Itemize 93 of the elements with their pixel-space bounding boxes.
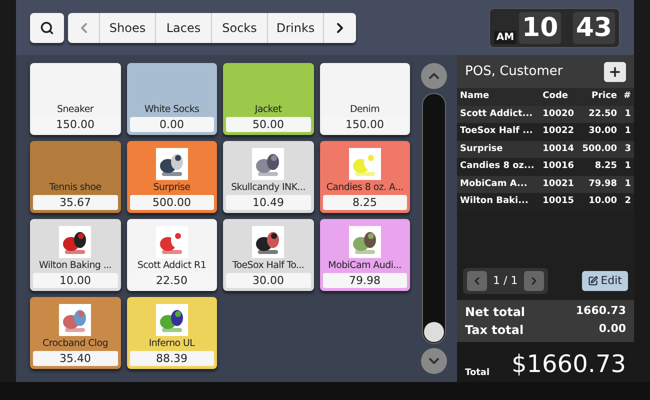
table-cell: 3 — [620, 140, 634, 158]
product-tile[interactable]: Skullcandy INK... 10.49 — [223, 141, 314, 213]
product-tile[interactable]: Candies 8 oz. A... 8.25 — [320, 141, 410, 213]
product-price: 10.49 — [226, 195, 310, 210]
net-total-value: 1660.73 — [576, 303, 626, 319]
product-price: 35.67 — [33, 195, 118, 210]
product-tile[interactable]: ToeSox Half To... 30.00 — [223, 219, 314, 291]
table-cell: 10014 — [540, 140, 578, 158]
table-cell: Surprise — [457, 140, 540, 158]
product-name: White Socks — [144, 103, 200, 117]
table-cell: 30.00 — [578, 123, 620, 140]
product-price: 50.00 — [226, 117, 310, 132]
scroll-up-button[interactable] — [421, 63, 447, 89]
product-name: Crocband Clog — [42, 337, 108, 351]
column-header: # — [620, 88, 634, 106]
table-cell: 10016 — [540, 158, 578, 176]
table-cell: Candies 8 oz... — [457, 158, 540, 176]
column-header: Price — [578, 88, 620, 106]
product-tile[interactable]: Denim 150.00 — [320, 63, 410, 135]
table-cell: ToeSox Half ... — [457, 123, 540, 140]
clock-minutes: 43 — [572, 12, 615, 44]
tax-total-label: Tax total — [465, 322, 524, 339]
plus-icon — [608, 64, 622, 78]
table-cell: 10015 — [540, 193, 578, 210]
table-cell: 10020 — [540, 106, 578, 123]
next-page-button[interactable] — [524, 271, 544, 291]
table-cell: 8.25 — [578, 158, 620, 176]
category-tab[interactable]: Socks — [212, 12, 268, 42]
product-price: 30.00 — [226, 273, 310, 288]
product-price: 500.00 — [130, 195, 214, 210]
table-cell: 22.50 — [578, 106, 620, 123]
product-tile[interactable]: Sneaker 150.00 — [30, 63, 120, 135]
product-name: Scott Addict R1 — [137, 259, 206, 273]
product-name: Skullcandy INK... — [231, 181, 306, 195]
product-price: 8.25 — [322, 195, 407, 210]
product-name: Inferno UL — [148, 337, 195, 351]
table-cell: Wilton Baki... — [457, 193, 540, 210]
table-cell: 1 — [620, 176, 634, 193]
table-cell: 10.00 — [578, 193, 620, 210]
category-tab[interactable]: Shoes — [100, 12, 156, 42]
product-tile[interactable]: Wilton Baking ... 10.00 — [30, 219, 120, 291]
table-cell: 1 — [620, 123, 634, 140]
clock-hours: 10 — [519, 12, 562, 44]
table-cell: 10021 — [540, 176, 578, 193]
product-name: Tennis shoe — [49, 181, 102, 195]
tax-total-value: 0.00 — [598, 321, 626, 337]
product-name: Jacket — [254, 103, 282, 117]
product-price: 35.40 — [33, 351, 118, 366]
add-button[interactable] — [604, 62, 626, 82]
category-tab[interactable]: Laces — [156, 12, 212, 42]
edit-button[interactable]: Edit — [582, 271, 628, 291]
page-indicator: 1 / 1 — [493, 272, 518, 289]
table-cell: 79.98 — [578, 176, 620, 193]
product-name: Surprise — [153, 181, 190, 195]
edit-icon — [588, 276, 598, 286]
product-tile[interactable]: Inferno UL 88.39 — [126, 297, 217, 369]
panel-title: POS, Customer — [465, 62, 563, 81]
table-cell: 1 — [620, 158, 634, 176]
product-tile[interactable]: Tennis shoe 35.67 — [30, 141, 120, 213]
product-price: 10.00 — [33, 273, 118, 288]
table-cell: 2 — [620, 193, 634, 210]
column-header: Name — [457, 88, 540, 106]
product-name: ToeSox Half To... — [232, 259, 304, 273]
product-tile[interactable]: Jacket 50.00 — [223, 63, 314, 135]
product-tile[interactable]: White Socks 0.00 — [126, 63, 217, 135]
product-tile[interactable]: Surprise 500.00 — [126, 141, 217, 213]
total-value: $1660.73 — [511, 349, 626, 380]
search-button[interactable] — [30, 12, 64, 42]
product-price: 79.98 — [322, 273, 407, 288]
scroll-thumb[interactable] — [424, 322, 444, 342]
column-header: Code — [540, 88, 578, 106]
previous-page-button[interactable] — [467, 271, 487, 291]
product-name: Wilton Baking ... — [38, 259, 112, 273]
product-price: 88.39 — [130, 351, 214, 366]
table-cell: Scott Addict... — [457, 106, 540, 123]
scroll-down-button[interactable] — [421, 348, 447, 374]
table-cell: MobiCam A... — [457, 176, 540, 193]
table-cell: 1 — [620, 106, 634, 123]
net-total-label: Net total — [465, 304, 526, 321]
product-tile[interactable]: Crocband Clog 35.40 — [30, 297, 120, 369]
table-cell: 10022 — [540, 123, 578, 140]
product-price: 0.00 — [130, 117, 214, 132]
total-label: Total — [465, 366, 490, 380]
category-tab[interactable]: Drinks — [268, 12, 324, 42]
product-name: Sneaker — [56, 103, 94, 117]
product-tile[interactable]: MobiCam Audi... 79.98 — [320, 219, 410, 291]
product-name: MobiCam Audi... — [328, 259, 402, 273]
product-tile[interactable]: Scott Addict R1 22.50 — [126, 219, 217, 291]
search-icon — [40, 20, 54, 34]
product-name: Denim — [350, 103, 380, 117]
table-cell: 500.00 — [578, 140, 620, 158]
product-name: Candies 8 oz. A... — [326, 181, 404, 195]
clock-period: AM — [494, 30, 516, 44]
